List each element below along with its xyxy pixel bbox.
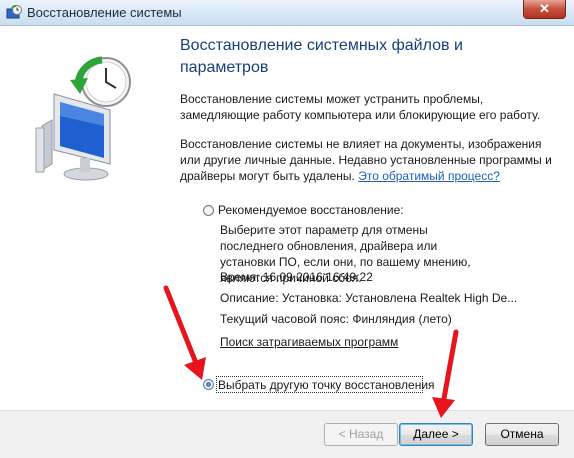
system-restore-window: Восстановление системы ✕ Восстановление … — [0, 0, 574, 458]
recommended-restore-label[interactable]: Рекомендуемое восстановление: — [218, 202, 404, 218]
left-pane — [0, 26, 165, 410]
title-bar[interactable]: Восстановление системы ✕ — [0, 0, 574, 26]
next-button[interactable]: Далее > — [399, 423, 473, 446]
red-arrow-to-radio — [163, 285, 206, 380]
choose-other-point-label[interactable]: Выбрать другую точку восстановления — [218, 377, 435, 393]
choose-other-point-radio[interactable] — [203, 379, 214, 390]
timezone-text: Текущий часовой пояс: Финляндия (лето) — [220, 312, 452, 326]
close-button[interactable]: ✕ — [523, 0, 566, 19]
recommended-restore-radio[interactable] — [203, 205, 214, 216]
window-title: Восстановление системы — [27, 5, 182, 20]
restore-time: Время: 16.09.2016 16:49:22 — [220, 270, 373, 284]
close-icon: ✕ — [539, 1, 550, 16]
affected-programs-link[interactable]: Поиск затрагиваемых программ — [220, 334, 398, 350]
page-title: Восстановление системных файлов и параме… — [180, 37, 463, 76]
note-block: Восстановление системы не влияет на доку… — [180, 136, 560, 184]
button-bar: < Назад Далее > Отмена — [0, 410, 574, 458]
restore-description: Описание: Установка: Установлена Realtek… — [220, 291, 518, 305]
system-restore-hero-icon — [35, 56, 131, 181]
system-restore-icon — [6, 5, 22, 19]
red-arrow-to-next — [432, 329, 459, 418]
cancel-button[interactable]: Отмена — [485, 423, 559, 446]
reversible-process-link[interactable]: Это обратимый процесс? — [358, 169, 500, 183]
intro-text: Восстановление системы может устранить п… — [180, 92, 541, 122]
back-button[interactable]: < Назад — [324, 423, 398, 446]
